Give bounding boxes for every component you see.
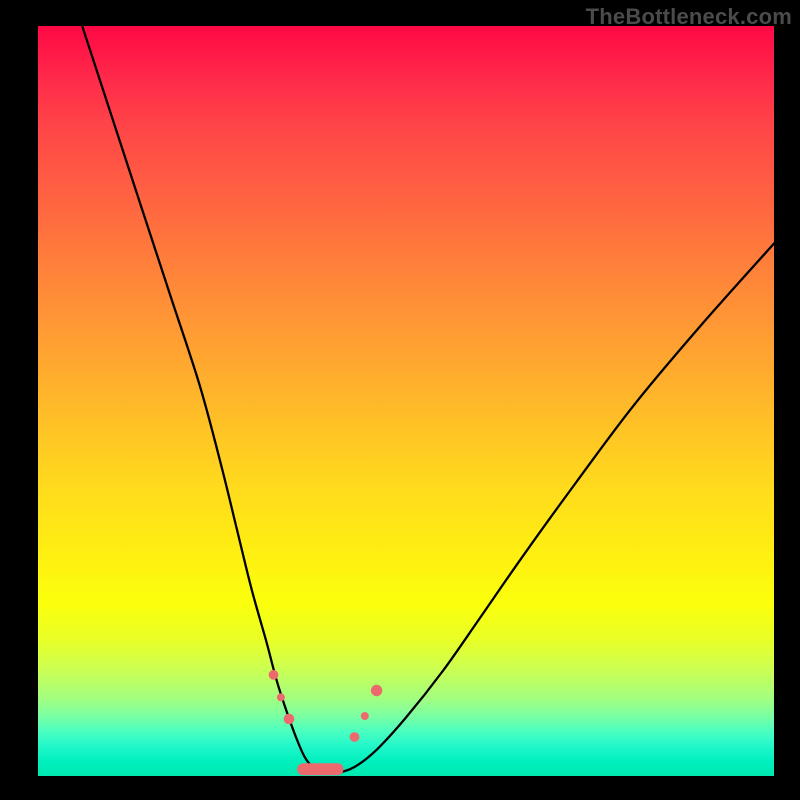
plot-area [38, 26, 774, 776]
chart-frame: TheBottleneck.com [0, 0, 800, 800]
watermark-text: TheBottleneck.com [586, 4, 792, 30]
curve-marker-dot [371, 685, 382, 696]
chart-overlay [38, 26, 774, 776]
bottleneck-curve [82, 26, 774, 773]
curve-marker-dot [277, 693, 285, 701]
curve-marker-dot [284, 714, 295, 725]
curve-marker-dot [269, 670, 279, 680]
curve-marker-dot [350, 732, 360, 742]
curve-bottom-bar [297, 763, 343, 775]
curve-marker-dot [361, 712, 369, 720]
